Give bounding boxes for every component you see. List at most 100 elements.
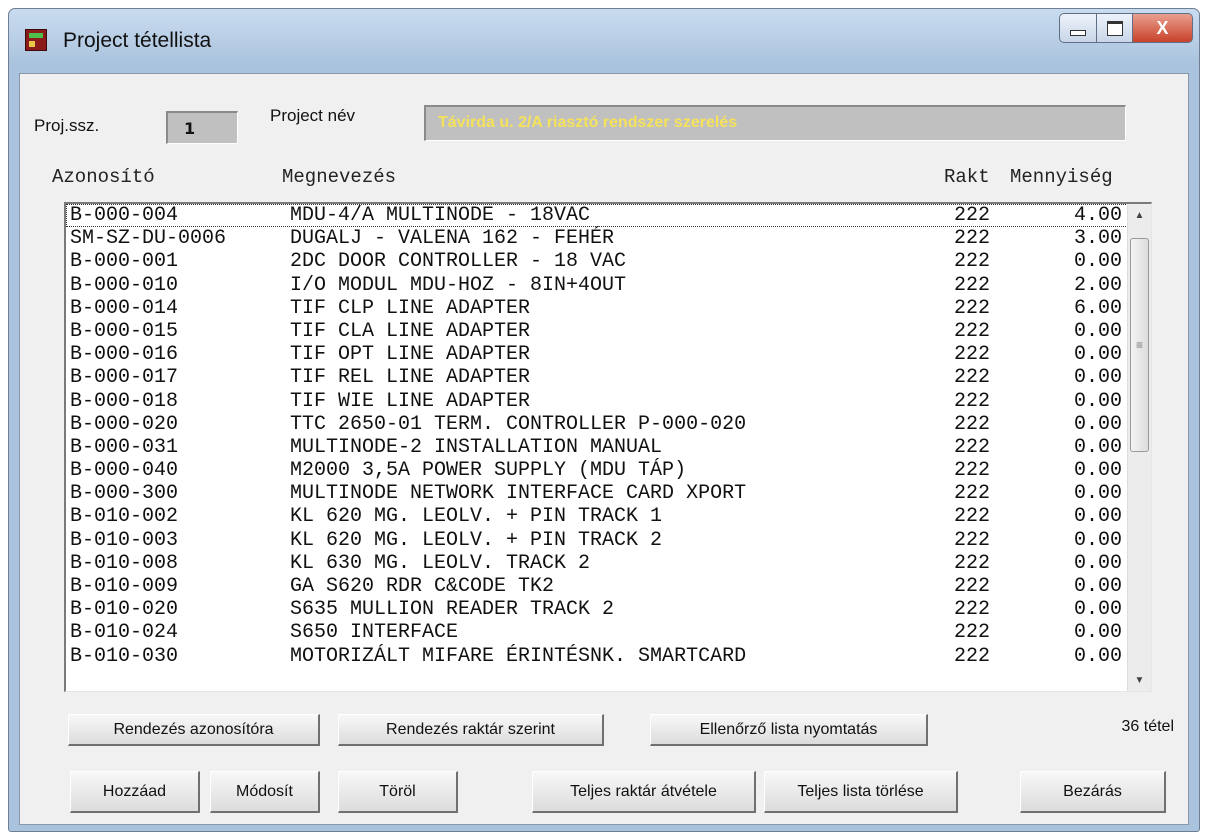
list-item[interactable]: B-010-024 S650 INTERFACE 222 0.00	[66, 621, 1128, 644]
item-qty: 2.00	[1073, 273, 1122, 297]
add-button[interactable]: Hozzáad	[70, 771, 200, 813]
minimize-button[interactable]	[1059, 13, 1097, 43]
project-name-field[interactable]: Távirda u. 2/A riasztó rendszer szerelés	[424, 105, 1126, 141]
item-id: B-000-017	[70, 366, 179, 390]
close-window-button[interactable]: X	[1133, 13, 1193, 43]
item-qty: 0.00	[1073, 482, 1122, 506]
item-id: B-010-020	[70, 598, 179, 622]
item-id: B-010-024	[70, 621, 179, 645]
title-bar[interactable]: Project tétellista X	[9, 9, 1199, 73]
item-id: B-000-018	[70, 389, 179, 413]
item-name: KL 620 MG. LEOLV. + PIN TRACK 1	[290, 505, 663, 529]
item-id: B-000-016	[70, 343, 179, 367]
scroll-down-icon[interactable]: ▼	[1128, 669, 1151, 691]
item-qty: 0.00	[1073, 459, 1122, 483]
item-id: B-000-015	[70, 319, 179, 343]
list-item[interactable]: B-010-002 KL 620 MG. LEOLV. + PIN TRACK 1…	[66, 505, 1128, 528]
vertical-scrollbar[interactable]: ▲ ≡ ▼	[1127, 204, 1151, 691]
item-name: S650 INTERFACE	[290, 621, 459, 645]
list-item[interactable]: B-000-001 2DC DOOR CONTROLLER - 18 VAC 222…	[66, 250, 1128, 273]
item-rakt: 222	[954, 575, 991, 598]
item-qty: 0.00	[1073, 598, 1122, 622]
item-qty: 0.00	[1073, 366, 1122, 390]
item-name: I/O MODUL MDU-HOZ - 8IN+4OUT	[290, 273, 627, 297]
print-check-list-button[interactable]: Ellenőrző lista nyomtatás	[650, 714, 928, 746]
item-name: TIF OPT LINE ADAPTER	[290, 343, 531, 367]
item-rakt: 222	[954, 644, 991, 668]
item-count: 36 tétel	[1121, 718, 1174, 735]
item-id: B-000-031	[70, 435, 179, 459]
item-id: B-010-008	[70, 551, 179, 575]
item-name: TIF CLA LINE ADAPTER	[290, 319, 531, 343]
project-name-label: Project név	[270, 106, 356, 125]
item-rakt: 222	[954, 621, 991, 645]
take-full-stock-button[interactable]: Teljes raktár átvétele	[532, 771, 756, 813]
list-item[interactable]: B-000-017 TIF REL LINE ADAPTER 222 0.00	[66, 366, 1128, 389]
list-item[interactable]: B-000-010 I/O MODUL MDU-HOZ - 8IN+4OUT 222…	[66, 274, 1128, 297]
item-qty: 0.00	[1073, 528, 1122, 552]
item-rakt: 222	[954, 412, 991, 436]
modify-button[interactable]: Módosít	[210, 771, 320, 813]
item-name: TIF CLP LINE ADAPTER	[290, 296, 531, 320]
item-rakt: 222	[954, 505, 991, 529]
dialog-body: Proj.ssz. 1 Project név Távirda u. 2/A r…	[19, 73, 1189, 825]
item-name: TIF WIE LINE ADAPTER	[290, 389, 531, 413]
item-rakt: 222	[954, 319, 991, 343]
list-item[interactable]: B-000-300 MULTINODE NETWORK INTERFACE CAR…	[66, 482, 1128, 505]
list-item[interactable]: B-010-020 S635 MULLION READER TRACK 2 222 0…	[66, 598, 1128, 621]
maximize-button[interactable]	[1097, 13, 1133, 43]
item-id: B-010-002	[70, 505, 179, 529]
item-rakt: 222	[954, 273, 991, 297]
item-qty: 0.00	[1073, 250, 1122, 274]
close-button[interactable]: Bezárás	[1020, 771, 1166, 813]
item-id: B-000-010	[70, 273, 179, 297]
project-number-field[interactable]: 1	[166, 111, 238, 144]
item-id: B-000-300	[70, 482, 179, 506]
sort-by-id-button[interactable]: Rendezés azonosítóra	[68, 714, 320, 746]
items-listbox[interactable]: B-000-004 MDU-4/A MULTINODE - 18VAC 222 4.0…	[64, 202, 1152, 692]
list-item[interactable]: B-000-014 TIF CLP LINE ADAPTER 222 6.00	[66, 297, 1128, 320]
item-rakt: 222	[954, 227, 991, 251]
column-header-name: Megnevezés	[282, 166, 397, 188]
item-rakt: 222	[954, 598, 991, 622]
item-rakt: 222	[954, 459, 991, 483]
list-item[interactable]: B-000-004 MDU-4/A MULTINODE - 18VAC 222 4.0…	[66, 204, 1128, 228]
delete-button[interactable]: Töröl	[338, 771, 458, 813]
list-item[interactable]: B-000-016 TIF OPT LINE ADAPTER 222 0.00	[66, 343, 1128, 366]
item-rakt: 222	[954, 482, 991, 506]
column-header-qty: Mennyiség	[1010, 166, 1113, 188]
item-name: MULTINODE NETWORK INTERFACE CARD XPORT	[290, 482, 747, 506]
app-icon	[25, 29, 47, 51]
list-item[interactable]: B-010-008 KL 630 MG. LEOLV. TRACK 2 222 0.0…	[66, 552, 1128, 575]
list-item[interactable]: B-000-040 M2000 3,5A POWER SUPPLY (MDU TÁ…	[66, 459, 1128, 482]
list-item[interactable]: B-000-020 TTC 2650-01 TERM. CONTROLLER P-…	[66, 413, 1128, 436]
scroll-thumb[interactable]: ≡	[1130, 238, 1149, 452]
sort-by-stock-button[interactable]: Rendezés raktár szerint	[338, 714, 604, 746]
list-item[interactable]: B-010-009 GA S620 RDR C&CODE TK2 222 0.00	[66, 575, 1128, 598]
list-item[interactable]: B-000-018 TIF WIE LINE ADAPTER 222 0.00	[66, 390, 1128, 413]
item-qty: 0.00	[1073, 505, 1122, 529]
clear-full-list-button[interactable]: Teljes lista törlése	[764, 771, 958, 813]
item-qty: 0.00	[1073, 551, 1122, 575]
list-item[interactable]: SM-SZ-DU-0006 DUGALJ - VALENA 162 - FEHÉR…	[66, 227, 1128, 250]
scroll-up-icon[interactable]: ▲	[1128, 204, 1151, 226]
list-item[interactable]: B-000-031 MULTINODE-2 INSTALLATION MANUAL…	[66, 436, 1128, 459]
item-name: MULTINODE-2 INSTALLATION MANUAL	[290, 435, 663, 459]
list-item[interactable]: B-010-030 MOTORIZÁLT MIFARE ÉRINTÉSNK. SM…	[66, 645, 1128, 668]
item-qty: 0.00	[1073, 644, 1122, 668]
item-id: B-000-001	[70, 250, 179, 274]
list-item[interactable]: B-010-003 KL 620 MG. LEOLV. + PIN TRACK 2…	[66, 529, 1128, 552]
item-rakt: 222	[954, 296, 991, 320]
item-name: 2DC DOOR CONTROLLER - 18 VAC	[290, 250, 627, 274]
item-qty: 0.00	[1073, 343, 1122, 367]
window-controls: X	[1059, 13, 1193, 43]
item-qty: 0.00	[1073, 575, 1122, 598]
window-title: Project tétellista	[63, 29, 212, 52]
column-header-rakt: Rakt	[944, 166, 990, 188]
item-rakt: 222	[954, 204, 991, 227]
item-qty: 0.00	[1073, 389, 1122, 413]
item-qty: 0.00	[1073, 319, 1122, 343]
list-item[interactable]: B-000-015 TIF CLA LINE ADAPTER 222 0.00	[66, 320, 1128, 343]
item-qty: 3.00	[1073, 227, 1122, 251]
item-rakt: 222	[954, 551, 991, 575]
